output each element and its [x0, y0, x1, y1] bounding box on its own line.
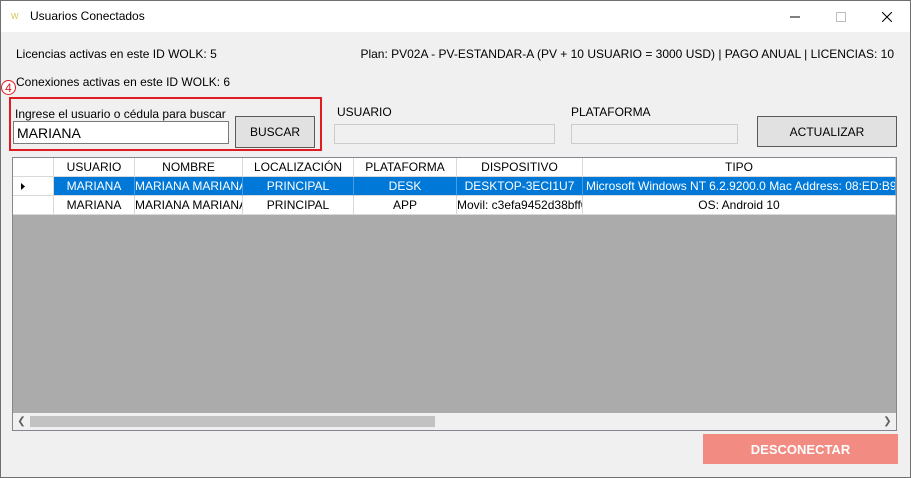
svg-text:W: W — [11, 12, 19, 21]
col-nombre[interactable]: NOMBRE — [135, 158, 243, 177]
conexiones-label: Conexiones activas en este ID WOLK: 6 — [16, 75, 231, 89]
col-plataforma[interactable]: PLATAFORMA — [354, 158, 457, 177]
plan-label: Plan: PV02A - PV-ESTANDAR-A (PV + 10 USU… — [360, 47, 894, 61]
cell-tipo[interactable]: Microsoft Windows NT 6.2.9200.0 Mac Addr… — [583, 177, 896, 196]
col-usuario[interactable]: USUARIO — [54, 158, 135, 177]
cell-nombre[interactable]: MARIANA MARIANA — [135, 196, 243, 215]
table-header: USUARIO NOMBRE LOCALIZACIÓN PLATAFORMA D… — [13, 158, 896, 177]
maximize-icon — [836, 11, 846, 22]
close-icon — [882, 11, 892, 22]
plataforma-label: PLATAFORMA — [571, 105, 651, 119]
usuario-label: USUARIO — [337, 105, 392, 119]
cell-usuario[interactable]: MARIANA — [54, 177, 135, 196]
licencias-label: Licencias activas en este ID WOLK: 5 — [16, 47, 217, 61]
usuarios-conectados-window: W Usuarios Conectados Licencias activas … — [0, 0, 911, 478]
search-input[interactable] — [13, 121, 229, 144]
cell-dispositivo[interactable]: DESKTOP-3ECI1U7 — [457, 177, 583, 196]
minimize-icon — [790, 16, 800, 17]
header-corner — [13, 158, 54, 177]
row-selector[interactable] — [13, 196, 54, 215]
cell-tipo[interactable]: OS: Android 10 — [583, 196, 896, 215]
close-button[interactable] — [864, 1, 910, 32]
current-row-arrow-icon — [21, 183, 25, 190]
desconectar-button[interactable]: DESCONECTAR — [703, 434, 898, 464]
col-dispositivo[interactable]: DISPOSITIVO — [457, 158, 583, 177]
app-icon: W — [11, 12, 19, 21]
actualizar-button[interactable]: ACTUALIZAR — [757, 116, 897, 147]
buscar-button[interactable]: BUSCAR — [235, 116, 315, 148]
cell-localizacion[interactable]: PRINCIPAL — [243, 177, 354, 196]
step-badge: 4 — [1, 80, 16, 95]
scroll-left-icon[interactable]: ❮ — [13, 413, 30, 430]
cell-plataforma[interactable]: APP — [354, 196, 457, 215]
cell-nombre[interactable]: MARIANA MARIANA — [135, 177, 243, 196]
scroll-right-icon[interactable]: ❯ — [879, 413, 896, 430]
cell-plataforma[interactable]: DESK — [354, 177, 457, 196]
cell-localizacion[interactable]: PRINCIPAL — [243, 196, 354, 215]
maximize-button[interactable] — [818, 1, 864, 32]
connections-table: USUARIO NOMBRE LOCALIZACIÓN PLATAFORMA D… — [12, 157, 897, 431]
row-selector[interactable] — [13, 177, 54, 196]
cell-dispositivo[interactable]: Movil: c3efa9452d38bff0 — [457, 196, 583, 215]
scroll-thumb[interactable] — [30, 416, 435, 427]
window-title: Usuarios Conectados — [30, 9, 145, 23]
col-localizacion[interactable]: LOCALIZACIÓN — [243, 158, 354, 177]
col-tipo[interactable]: TIPO — [583, 158, 896, 177]
cell-usuario[interactable]: MARIANA — [54, 196, 135, 215]
title-bar: W Usuarios Conectados — [1, 1, 910, 32]
search-label: Ingrese el usuario o cédula para buscar — [15, 107, 226, 121]
plataforma-field — [571, 124, 738, 144]
minimize-button[interactable] — [772, 1, 818, 32]
usuario-field — [334, 124, 555, 144]
horizontal-scrollbar[interactable]: ❮ ❯ — [13, 413, 896, 430]
